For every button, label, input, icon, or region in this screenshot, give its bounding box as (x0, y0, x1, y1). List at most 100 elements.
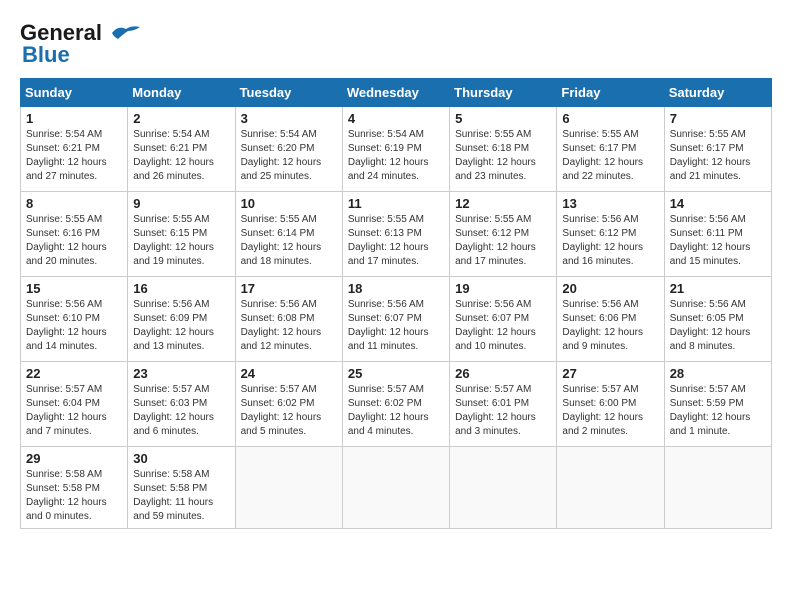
day-info: Sunrise: 5:55 AM Sunset: 6:15 PM Dayligh… (133, 213, 229, 269)
calendar-cell: 23 Sunrise: 5:57 AM Sunset: 6:03 PM Dayli… (128, 362, 235, 447)
calendar-cell: 2 Sunrise: 5:54 AM Sunset: 6:21 PM Daylig… (128, 107, 235, 192)
day-info: Sunrise: 5:54 AM Sunset: 6:21 PM Dayligh… (133, 128, 229, 184)
calendar-header-row: SundayMondayTuesdayWednesdayThursdayFrid… (21, 79, 772, 107)
day-info: Sunrise: 5:56 AM Sunset: 6:10 PM Dayligh… (26, 298, 122, 354)
day-info: Sunrise: 5:55 AM Sunset: 6:18 PM Dayligh… (455, 128, 551, 184)
day-info: Sunrise: 5:54 AM Sunset: 6:21 PM Dayligh… (26, 128, 122, 184)
calendar-cell: 12 Sunrise: 5:55 AM Sunset: 6:12 PM Dayli… (450, 192, 557, 277)
calendar-cell: 5 Sunrise: 5:55 AM Sunset: 6:18 PM Daylig… (450, 107, 557, 192)
calendar-cell: 25 Sunrise: 5:57 AM Sunset: 6:02 PM Dayli… (342, 362, 449, 447)
day-info: Sunrise: 5:57 AM Sunset: 6:00 PM Dayligh… (562, 383, 658, 439)
weekday-header-monday: Monday (128, 79, 235, 107)
day-number: 25 (348, 366, 444, 381)
day-number: 27 (562, 366, 658, 381)
calendar-cell: 30Sunrise: 5:58 AM Sunset: 5:58 PM Dayli… (128, 447, 235, 529)
day-info: Sunrise: 5:58 AM Sunset: 5:58 PM Dayligh… (133, 468, 229, 524)
day-number: 21 (670, 281, 766, 296)
day-number: 6 (562, 111, 658, 126)
logo-blue: Blue (22, 42, 70, 68)
day-number: 10 (241, 196, 337, 211)
day-info: Sunrise: 5:55 AM Sunset: 6:17 PM Dayligh… (562, 128, 658, 184)
day-number: 12 (455, 196, 551, 211)
day-info: Sunrise: 5:55 AM Sunset: 6:12 PM Dayligh… (455, 213, 551, 269)
day-number: 13 (562, 196, 658, 211)
calendar-cell (450, 447, 557, 529)
calendar-cell: 9 Sunrise: 5:55 AM Sunset: 6:15 PM Daylig… (128, 192, 235, 277)
day-info: Sunrise: 5:56 AM Sunset: 6:07 PM Dayligh… (348, 298, 444, 354)
day-number: 1 (26, 111, 122, 126)
day-info: Sunrise: 5:57 AM Sunset: 5:59 PM Dayligh… (670, 383, 766, 439)
day-number: 2 (133, 111, 229, 126)
day-number: 23 (133, 366, 229, 381)
day-info: Sunrise: 5:56 AM Sunset: 6:08 PM Dayligh… (241, 298, 337, 354)
day-number: 18 (348, 281, 444, 296)
day-number: 20 (562, 281, 658, 296)
calendar-cell: 19 Sunrise: 5:56 AM Sunset: 6:07 PM Dayli… (450, 277, 557, 362)
day-info: Sunrise: 5:57 AM Sunset: 6:03 PM Dayligh… (133, 383, 229, 439)
weekday-header-thursday: Thursday (450, 79, 557, 107)
weekday-header-sunday: Sunday (21, 79, 128, 107)
day-info: Sunrise: 5:58 AM Sunset: 5:58 PM Dayligh… (26, 468, 122, 524)
day-info: Sunrise: 5:56 AM Sunset: 6:05 PM Dayligh… (670, 298, 766, 354)
day-number: 26 (455, 366, 551, 381)
day-number: 16 (133, 281, 229, 296)
calendar-cell: 14 Sunrise: 5:56 AM Sunset: 6:11 PM Dayli… (664, 192, 771, 277)
day-info: Sunrise: 5:55 AM Sunset: 6:13 PM Dayligh… (348, 213, 444, 269)
calendar-cell: 3 Sunrise: 5:54 AM Sunset: 6:20 PM Daylig… (235, 107, 342, 192)
day-info: Sunrise: 5:57 AM Sunset: 6:04 PM Dayligh… (26, 383, 122, 439)
day-info: Sunrise: 5:57 AM Sunset: 6:02 PM Dayligh… (241, 383, 337, 439)
calendar-cell: 13 Sunrise: 5:56 AM Sunset: 6:12 PM Dayli… (557, 192, 664, 277)
day-number: 17 (241, 281, 337, 296)
calendar-cell: 28 Sunrise: 5:57 AM Sunset: 5:59 PM Dayli… (664, 362, 771, 447)
calendar-cell: 1 Sunrise: 5:54 AM Sunset: 6:21 PM Daylig… (21, 107, 128, 192)
logo-bird-icon (104, 23, 142, 43)
calendar-body: 1 Sunrise: 5:54 AM Sunset: 6:21 PM Daylig… (21, 107, 772, 529)
day-number: 7 (670, 111, 766, 126)
day-number: 5 (455, 111, 551, 126)
calendar-cell (342, 447, 449, 529)
day-number: 9 (133, 196, 229, 211)
calendar-week-row: 15 Sunrise: 5:56 AM Sunset: 6:10 PM Dayli… (21, 277, 772, 362)
weekday-header-friday: Friday (557, 79, 664, 107)
day-info: Sunrise: 5:56 AM Sunset: 6:11 PM Dayligh… (670, 213, 766, 269)
calendar-table: SundayMondayTuesdayWednesdayThursdayFrid… (20, 78, 772, 529)
calendar-cell: 8Sunrise: 5:55 AM Sunset: 6:16 PM Daylig… (21, 192, 128, 277)
weekday-header-saturday: Saturday (664, 79, 771, 107)
calendar-cell: 20Sunrise: 5:56 AM Sunset: 6:06 PM Dayli… (557, 277, 664, 362)
calendar-cell: 21 Sunrise: 5:56 AM Sunset: 6:05 PM Dayli… (664, 277, 771, 362)
day-number: 19 (455, 281, 551, 296)
day-number: 3 (241, 111, 337, 126)
calendar-week-row: 8Sunrise: 5:55 AM Sunset: 6:16 PM Daylig… (21, 192, 772, 277)
day-info: Sunrise: 5:56 AM Sunset: 6:12 PM Dayligh… (562, 213, 658, 269)
calendar-cell: 4Sunrise: 5:54 AM Sunset: 6:19 PM Daylig… (342, 107, 449, 192)
calendar-cell (557, 447, 664, 529)
calendar-cell: 27 Sunrise: 5:57 AM Sunset: 6:00 PM Dayli… (557, 362, 664, 447)
day-number: 14 (670, 196, 766, 211)
calendar-cell: 22Sunrise: 5:57 AM Sunset: 6:04 PM Dayli… (21, 362, 128, 447)
day-info: Sunrise: 5:54 AM Sunset: 6:20 PM Dayligh… (241, 128, 337, 184)
calendar-cell: 15 Sunrise: 5:56 AM Sunset: 6:10 PM Dayli… (21, 277, 128, 362)
calendar-week-row: 22Sunrise: 5:57 AM Sunset: 6:04 PM Dayli… (21, 362, 772, 447)
calendar-cell: 10Sunrise: 5:55 AM Sunset: 6:14 PM Dayli… (235, 192, 342, 277)
day-info: Sunrise: 5:57 AM Sunset: 6:02 PM Dayligh… (348, 383, 444, 439)
calendar-cell: 26 Sunrise: 5:57 AM Sunset: 6:01 PM Dayli… (450, 362, 557, 447)
calendar-cell: 16 Sunrise: 5:56 AM Sunset: 6:09 PM Dayli… (128, 277, 235, 362)
calendar-cell: 18 Sunrise: 5:56 AM Sunset: 6:07 PM Dayli… (342, 277, 449, 362)
calendar-cell: 7 Sunrise: 5:55 AM Sunset: 6:17 PM Daylig… (664, 107, 771, 192)
day-info: Sunrise: 5:55 AM Sunset: 6:16 PM Dayligh… (26, 213, 122, 269)
calendar-week-row: 1 Sunrise: 5:54 AM Sunset: 6:21 PM Daylig… (21, 107, 772, 192)
page-header: General Blue (20, 20, 772, 68)
day-number: 29 (26, 451, 122, 466)
calendar-cell: 17 Sunrise: 5:56 AM Sunset: 6:08 PM Dayli… (235, 277, 342, 362)
day-number: 15 (26, 281, 122, 296)
day-number: 28 (670, 366, 766, 381)
day-number: 24 (241, 366, 337, 381)
day-info: Sunrise: 5:57 AM Sunset: 6:01 PM Dayligh… (455, 383, 551, 439)
day-info: Sunrise: 5:55 AM Sunset: 6:17 PM Dayligh… (670, 128, 766, 184)
calendar-week-row: 29 Sunrise: 5:58 AM Sunset: 5:58 PM Dayli… (21, 447, 772, 529)
day-info: Sunrise: 5:56 AM Sunset: 6:07 PM Dayligh… (455, 298, 551, 354)
weekday-header-wednesday: Wednesday (342, 79, 449, 107)
day-info: Sunrise: 5:56 AM Sunset: 6:09 PM Dayligh… (133, 298, 229, 354)
calendar-cell: 6 Sunrise: 5:55 AM Sunset: 6:17 PM Daylig… (557, 107, 664, 192)
day-info: Sunrise: 5:54 AM Sunset: 6:19 PM Dayligh… (348, 128, 444, 184)
